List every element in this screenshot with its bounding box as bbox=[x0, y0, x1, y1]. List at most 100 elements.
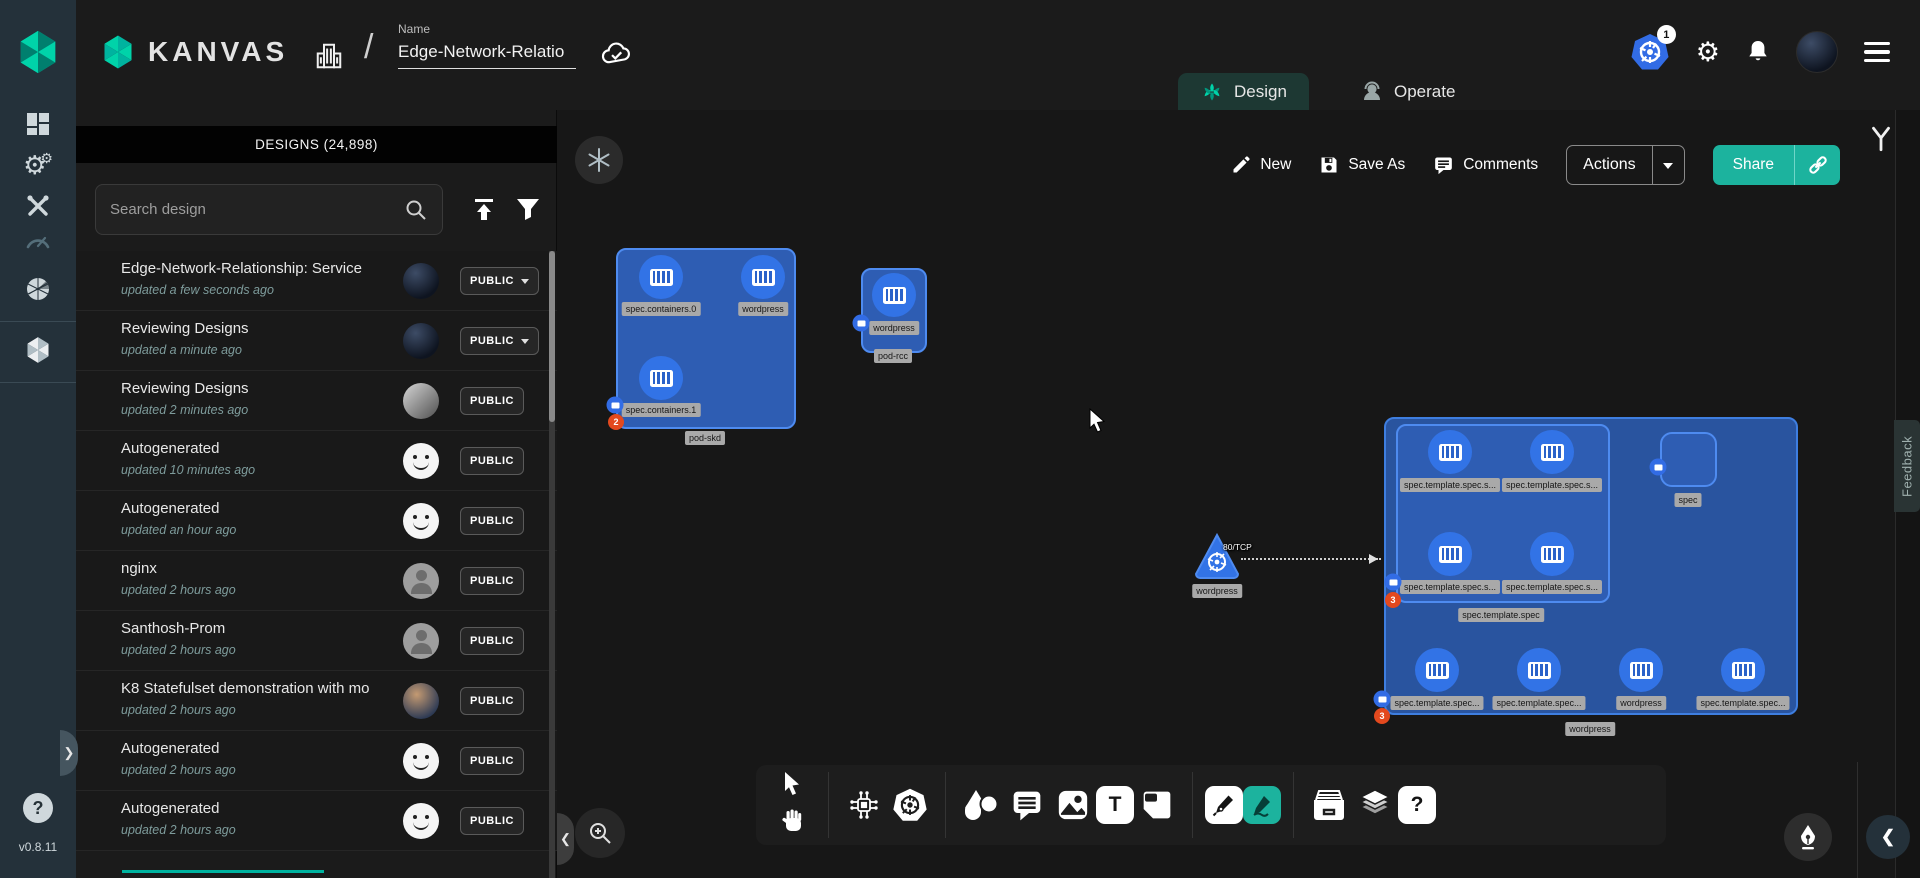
container-node[interactable] bbox=[1530, 430, 1574, 474]
tab-operate[interactable]: Operate bbox=[1338, 73, 1477, 110]
share-split-button[interactable]: Share bbox=[1713, 145, 1840, 185]
container-node[interactable] bbox=[1428, 430, 1472, 474]
share-button-label[interactable]: Share bbox=[1713, 145, 1794, 185]
container-node[interactable] bbox=[1721, 648, 1765, 692]
collapse-right-dock-button[interactable]: ❮ bbox=[1866, 815, 1910, 859]
visibility-badge[interactable]: PUBLIC bbox=[460, 627, 524, 655]
service-edge[interactable] bbox=[1241, 558, 1381, 560]
design-row[interactable]: Autogenerated updated 2 hours ago PUBLIC bbox=[76, 791, 557, 851]
search-input[interactable] bbox=[110, 201, 404, 218]
design-row[interactable]: nginx updated 2 hours ago PUBLIC bbox=[76, 551, 557, 611]
tab-design[interactable]: Design bbox=[1178, 73, 1309, 110]
container-node[interactable] bbox=[1619, 648, 1663, 692]
layers-tool[interactable] bbox=[1352, 783, 1398, 827]
visibility-badge[interactable]: PUBLIC bbox=[460, 687, 524, 715]
performance-gauge-icon[interactable] bbox=[23, 227, 53, 257]
visibility-badge[interactable]: PUBLIC bbox=[460, 447, 524, 475]
spec-node[interactable] bbox=[1660, 432, 1717, 487]
visibility-badge[interactable]: PUBLIC bbox=[460, 507, 524, 535]
container-node[interactable] bbox=[872, 273, 916, 317]
container-node[interactable] bbox=[1530, 532, 1574, 576]
list-scrollbar[interactable] bbox=[549, 251, 555, 878]
design-mode-fab[interactable] bbox=[1784, 813, 1832, 861]
deployment-type-badge[interactable] bbox=[1374, 691, 1391, 708]
design-row[interactable]: Reviewing Designs updated a minute ago P… bbox=[76, 311, 557, 371]
pod-type-badge[interactable] bbox=[607, 397, 624, 414]
shapes-tool[interactable] bbox=[958, 783, 1004, 827]
configuration-tools-icon[interactable] bbox=[23, 191, 53, 221]
import-design-button[interactable] bbox=[470, 195, 498, 228]
design-canvas[interactable]: New Save As Comments Actions Share bbox=[557, 110, 1895, 878]
container-node[interactable] bbox=[741, 255, 785, 299]
kanvas-brand[interactable]: KANVAS bbox=[100, 33, 288, 71]
feedback-tab[interactable]: Feedback bbox=[1894, 420, 1920, 512]
pod-type-badge[interactable] bbox=[1385, 574, 1402, 591]
container-node[interactable] bbox=[639, 255, 683, 299]
error-count-badge[interactable]: 2 bbox=[608, 414, 624, 430]
visibility-badge[interactable]: PUBLIC bbox=[460, 327, 539, 355]
actions-split-button[interactable]: Actions bbox=[1566, 145, 1684, 185]
design-row[interactable]: K8 Statefulset demonstration with mo upd… bbox=[76, 671, 557, 731]
visibility-badge[interactable]: PUBLIC bbox=[460, 807, 524, 835]
components-tool[interactable] bbox=[841, 783, 887, 827]
design-row[interactable]: Reviewing Designs updated 2 minutes ago … bbox=[76, 371, 557, 431]
visibility-badge[interactable]: PUBLIC bbox=[460, 747, 524, 775]
visibility-badge[interactable]: PUBLIC bbox=[460, 387, 524, 415]
settings-gear-button[interactable]: ⚙ bbox=[1696, 39, 1720, 66]
container-node[interactable] bbox=[639, 356, 683, 400]
actions-button-label[interactable]: Actions bbox=[1567, 146, 1651, 184]
design-row[interactable]: Autogenerated updated 10 minutes ago PUB… bbox=[76, 431, 557, 491]
visibility-badge[interactable]: PUBLIC bbox=[460, 267, 539, 295]
container-node[interactable] bbox=[1517, 648, 1561, 692]
organization-icon[interactable] bbox=[314, 40, 344, 77]
kanvas-rail-icon[interactable] bbox=[23, 335, 53, 365]
extensions-mesh-icon[interactable] bbox=[23, 274, 53, 304]
dashboard-icon[interactable] bbox=[23, 109, 53, 139]
lifecycle-gears-icon[interactable]: ⚙⚙ bbox=[23, 150, 53, 180]
zoom-button[interactable] bbox=[575, 808, 625, 858]
container-node[interactable] bbox=[1428, 532, 1472, 576]
pod-type-badge[interactable] bbox=[853, 315, 870, 332]
design-row[interactable]: Autogenerated updated 2 hours ago PUBLIC bbox=[76, 731, 557, 791]
pan-hand-tool[interactable] bbox=[781, 808, 805, 839]
collapse-panel-handle[interactable]: ❮ bbox=[557, 813, 574, 865]
branch-merge-icon[interactable] bbox=[1866, 124, 1896, 159]
comment-tool[interactable] bbox=[1004, 783, 1050, 827]
saved-components-drawer-tool[interactable] bbox=[1306, 783, 1352, 827]
service-label: wordpress bbox=[1192, 584, 1242, 598]
notifications-bell-button[interactable] bbox=[1746, 39, 1770, 65]
text-tool[interactable]: T bbox=[1096, 786, 1134, 824]
design-row[interactable]: Edge-Network-Relationship: Service updat… bbox=[76, 251, 557, 311]
service-node-wordpress[interactable] bbox=[1193, 533, 1241, 579]
design-name-input[interactable] bbox=[398, 40, 576, 69]
kubernetes-context-button[interactable]: 1 bbox=[1630, 32, 1670, 72]
kubernetes-components-tool[interactable] bbox=[887, 783, 933, 827]
design-row[interactable]: Santhosh-Prom updated 2 hours ago PUBLIC bbox=[76, 611, 557, 671]
actions-caret[interactable] bbox=[1652, 146, 1684, 184]
error-count-badge[interactable]: 3 bbox=[1374, 708, 1390, 724]
hamburger-menu-button[interactable] bbox=[1864, 42, 1890, 63]
comments-button[interactable]: Comments bbox=[1433, 155, 1538, 175]
copy-link-button[interactable] bbox=[1794, 145, 1840, 185]
design-row[interactable]: Autogenerated updated an hour ago PUBLIC bbox=[76, 491, 557, 551]
canvas-snowflake-button[interactable] bbox=[575, 136, 623, 184]
error-count-badge[interactable]: 3 bbox=[1385, 592, 1401, 608]
toolbar-help-button[interactable]: ? bbox=[1398, 786, 1436, 824]
visibility-badge[interactable]: PUBLIC bbox=[460, 567, 524, 595]
container-node[interactable] bbox=[1415, 648, 1459, 692]
help-button[interactable]: ? bbox=[23, 793, 53, 823]
save-as-button[interactable]: Save As bbox=[1319, 155, 1405, 175]
select-tool[interactable] bbox=[782, 771, 804, 802]
expand-nav-handle[interactable]: ❯ bbox=[60, 730, 78, 776]
pen-tool[interactable] bbox=[1205, 786, 1243, 824]
note-tool[interactable] bbox=[1134, 783, 1180, 827]
image-tool[interactable] bbox=[1050, 783, 1096, 827]
freehand-draw-tool[interactable] bbox=[1243, 786, 1281, 824]
list-scrollbar-thumb[interactable] bbox=[549, 251, 555, 422]
spec-type-badge[interactable] bbox=[1650, 459, 1667, 476]
new-button[interactable]: New bbox=[1231, 155, 1291, 175]
user-avatar[interactable] bbox=[1796, 31, 1838, 73]
search-icon[interactable] bbox=[404, 198, 428, 222]
meshery-logo-icon[interactable] bbox=[14, 28, 62, 76]
filter-button[interactable] bbox=[514, 195, 542, 228]
